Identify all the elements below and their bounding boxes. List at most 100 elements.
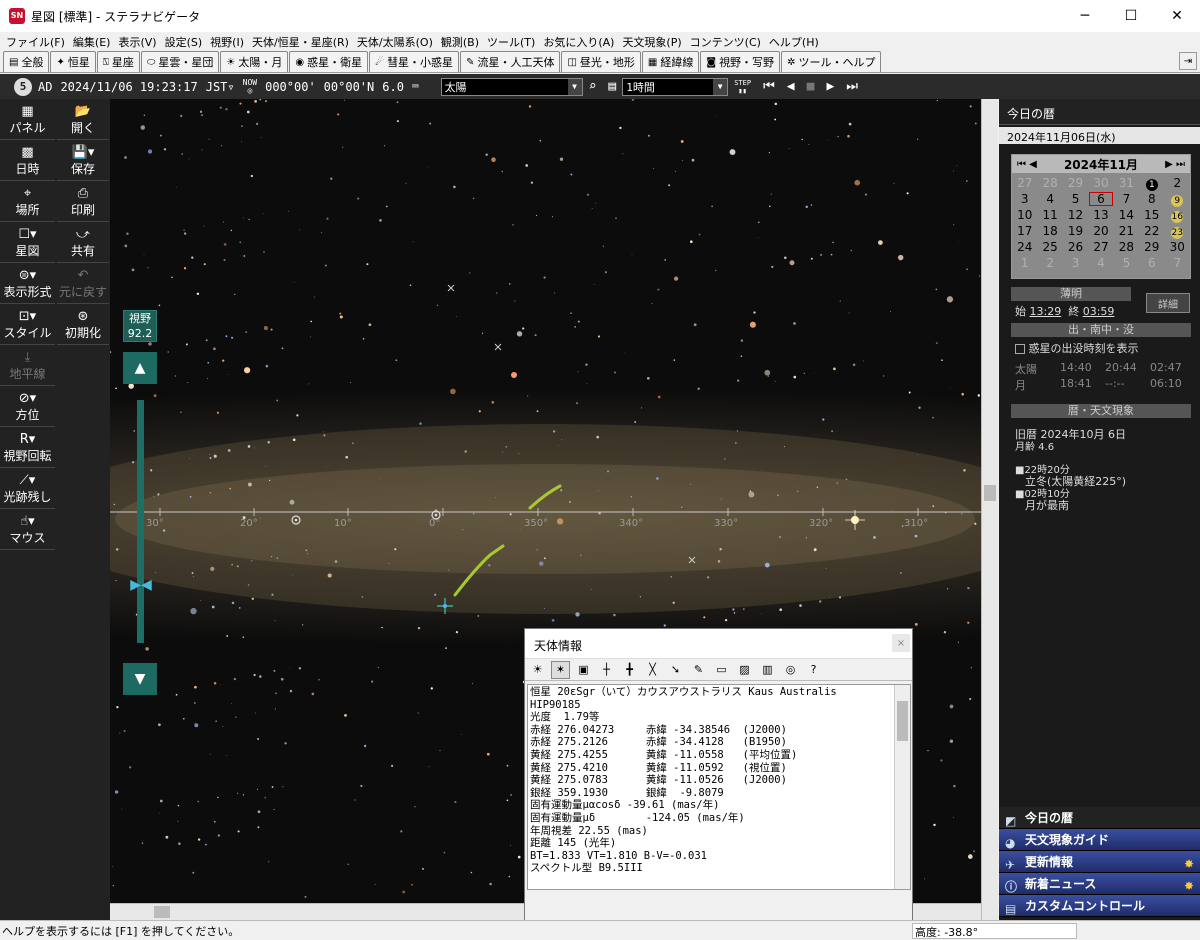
menu-item[interactable]: コンテンツ(C) — [690, 34, 761, 50]
search-icon[interactable]: ⌕ — [589, 79, 597, 94]
calendar-day[interactable]: 3 — [1063, 255, 1088, 271]
calendar-day[interactable]: 28 — [1037, 175, 1062, 191]
calendar-day[interactable]: 27 — [1012, 175, 1037, 191]
planet-rise-checkbox[interactable]: 惑星の出没時刻を表示 — [1015, 340, 1139, 356]
stop-icon[interactable]: ■ — [807, 79, 815, 94]
calendar-day[interactable]: 22 — [1139, 223, 1164, 239]
calendar-day[interactable]: 1 — [1139, 175, 1164, 191]
crosshair-icon[interactable]: ┼ — [597, 661, 616, 679]
panel-nav-item[interactable]: ⓘ 新着ニュース ✸ — [999, 873, 1200, 895]
calendar-day[interactable]: 6 — [1139, 255, 1164, 271]
tool-button[interactable]: 💾▾ 保存 — [57, 140, 109, 181]
tool-button[interactable]: ☐▾ 星図 — [0, 222, 55, 263]
sun-icon[interactable]: ☀ — [528, 661, 547, 679]
minimize-button[interactable]: ─ — [1062, 0, 1108, 32]
tool-button[interactable]: ⊘▾ 方位 — [0, 386, 55, 427]
target-icon[interactable]: ◎ — [781, 661, 800, 679]
menu-item[interactable]: 天体/恒星・星座(R) — [252, 34, 349, 50]
calendar-day[interactable]: 7 — [1165, 255, 1190, 271]
calendar-day[interactable]: 5 — [1063, 191, 1088, 207]
calendar-day[interactable]: 23 — [1165, 223, 1190, 239]
tab[interactable]: ◉ 惑星・衛星 — [289, 51, 369, 72]
image-icon[interactable]: ▨ — [735, 661, 754, 679]
skip-back-icon[interactable]: ⏮ — [763, 79, 775, 94]
panel-icon[interactable]: ▥ — [758, 661, 777, 679]
tab[interactable]: ✲ ツール・ヘルプ — [781, 51, 882, 72]
calendar-day[interactable]: 28 — [1114, 239, 1139, 255]
fov-slider-handle[interactable]: ▶◀ — [122, 577, 160, 595]
calendar-day[interactable]: 2 — [1165, 175, 1190, 191]
tab-scroll-right-icon[interactable]: ⇥ — [1179, 52, 1197, 70]
tool-button[interactable]: ⤻ 共有 — [57, 222, 109, 263]
calendar-day[interactable]: 10 — [1012, 207, 1037, 223]
tab[interactable]: ⍂ 星座 — [96, 51, 140, 72]
list-icon[interactable]: ▤ — [608, 79, 616, 94]
calendar-day[interactable]: 3 — [1012, 191, 1037, 207]
tool-button[interactable]: ▩ 日時 — [0, 140, 55, 181]
menu-item[interactable]: 設定(S) — [165, 34, 203, 50]
calendar-day[interactable]: 11 — [1037, 207, 1062, 223]
menu-item[interactable]: 視野(I) — [210, 34, 244, 50]
calendar-day[interactable]: 13 — [1088, 207, 1113, 223]
tab[interactable]: ◫ 昼光・地形 — [561, 51, 641, 72]
info-scrollbar[interactable] — [894, 685, 910, 889]
help-icon[interactable]: ? — [804, 661, 823, 679]
vertical-scrollbar[interactable] — [981, 99, 998, 920]
maximize-button[interactable]: ☐ — [1108, 0, 1154, 32]
tool-button[interactable]: ⎙ 印刷 — [57, 181, 109, 222]
calendar-day[interactable]: 17 — [1012, 223, 1037, 239]
star-icon[interactable]: ✶ — [551, 660, 570, 679]
speed-indicator[interactable]: 5 — [14, 77, 32, 96]
calendar-day[interactable]: 26 — [1063, 239, 1088, 255]
calendar-day[interactable]: 4 — [1037, 191, 1062, 207]
tool-button[interactable]: ⊜▾ 表示形式 — [0, 263, 55, 304]
play-reverse-icon[interactable]: ◀ — [787, 79, 795, 94]
tab[interactable]: ✎ 流星・人工天体 — [460, 51, 561, 72]
tab[interactable]: ▦ 経緯線 — [641, 51, 700, 72]
menu-item[interactable]: 天文現象(P) — [622, 34, 681, 50]
calendar-day[interactable]: 30 — [1165, 239, 1190, 255]
calendar-day[interactable]: 5 — [1114, 255, 1139, 271]
menu-item[interactable]: 表示(V) — [118, 34, 156, 50]
info-window-titlebar[interactable]: 天体情報 × — [525, 629, 912, 659]
info-close-button[interactable]: × — [892, 634, 910, 652]
tab[interactable]: ☀ 太陽・月 — [220, 51, 289, 72]
tab[interactable]: ◙ 視野・写野 — [700, 51, 781, 72]
calendar-day[interactable]: 20 — [1088, 223, 1113, 239]
keyboard-icon[interactable]: ⌨ — [412, 80, 419, 93]
calendar-day[interactable]: 15 — [1139, 207, 1164, 223]
tool-button[interactable]: ⌖ 場所 — [0, 181, 55, 222]
scroll-thumb[interactable] — [897, 701, 908, 741]
target-select[interactable]: 太陽 ▼ — [440, 77, 583, 96]
panel-nav-item[interactable]: ▤ カスタムコントロール — [999, 895, 1200, 917]
calendar-day[interactable]: 16 — [1165, 207, 1190, 223]
scroll-thumb[interactable] — [984, 485, 996, 501]
calendar-day[interactable]: 19 — [1063, 223, 1088, 239]
calendar-day[interactable]: 7 — [1114, 191, 1139, 207]
datetime-field[interactable]: 2024/11/06 19:23:17 — [60, 80, 197, 94]
pencil-icon[interactable]: ✎ — [689, 661, 708, 679]
menu-item[interactable]: ヘルプ(H) — [769, 34, 819, 50]
calendar-day[interactable]: 9 — [1165, 191, 1190, 207]
calendar-day[interactable]: 25 — [1037, 239, 1062, 255]
folder-star-icon[interactable]: ▣ — [574, 661, 593, 679]
calendar-day[interactable]: 27 — [1088, 239, 1113, 255]
calendar-day[interactable]: 31 — [1114, 175, 1139, 191]
latitude-field[interactable]: 00°00'N — [324, 80, 375, 94]
calendar-day[interactable]: 4 — [1088, 255, 1113, 271]
menu-item[interactable]: 観測(B) — [441, 34, 479, 50]
calendar-day[interactable]: 2 — [1037, 255, 1062, 271]
detail-button[interactable]: 詳細 — [1146, 293, 1190, 313]
menu-item[interactable]: 天体/太陽系(O) — [357, 34, 433, 50]
tab[interactable]: ⬭ 星雲・星団 — [140, 51, 220, 72]
menu-item[interactable]: お気に入り(A) — [543, 34, 614, 50]
crosshair-add-icon[interactable]: ╋ — [620, 661, 639, 679]
calendar-day[interactable]: 18 — [1037, 223, 1062, 239]
calendar-day[interactable]: 21 — [1114, 223, 1139, 239]
info-text-area[interactable]: 恒星 20εSgr（いて）カウスアウストラリス Kaus Australis HI… — [527, 684, 911, 890]
calendar-day[interactable]: 29 — [1063, 175, 1088, 191]
scroll-thumb[interactable] — [154, 906, 170, 918]
menu-item[interactable]: ツール(T) — [487, 34, 535, 50]
panel-nav-item[interactable]: ◩ 今日の暦 — [999, 807, 1200, 829]
tool-button[interactable]: ⊛ 初期化 — [57, 304, 109, 345]
